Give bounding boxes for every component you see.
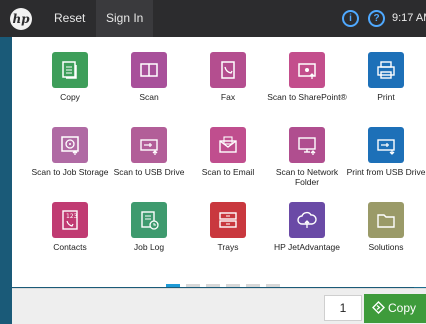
- sharepoint-icon: [298, 63, 316, 79]
- start-copy-icon: [372, 301, 385, 314]
- tile-icon-box: [131, 127, 167, 163]
- tile-label: Scan to USB Drive: [113, 167, 185, 177]
- usb-icon: [140, 139, 158, 155]
- print-icon: [377, 61, 395, 79]
- tile-label: Print from USB Drive: [346, 167, 426, 177]
- tile-icon-box: [131, 202, 167, 238]
- info-icon[interactable]: i: [342, 10, 359, 27]
- job-storage-icon: [61, 136, 79, 155]
- cloud-icon: [297, 211, 317, 228]
- help-icon[interactable]: ?: [368, 10, 385, 27]
- page-dot[interactable]: [226, 284, 240, 287]
- tile-label: Scan to Network Folder: [275, 167, 339, 187]
- top-bar: hp Reset Sign In i ? 9:17 AM: [0, 0, 426, 37]
- copy-icon: [62, 61, 77, 79]
- tile-label: HP JetAdvantage: [274, 242, 340, 252]
- tile-icon-box: [289, 127, 325, 163]
- tile-label: Print: [377, 92, 395, 102]
- copy-button[interactable]: Copy: [364, 294, 426, 323]
- printer-home-screen: hp Reset Sign In i ? 9:17 AM Copy Scan F…: [0, 0, 426, 324]
- tile-label: Job Log: [133, 242, 165, 252]
- tile-icon-box: [368, 202, 404, 238]
- network-folder-icon: [298, 137, 316, 155]
- tile-icon-box: [368, 127, 404, 163]
- tile-label: Copy: [60, 92, 80, 102]
- app-grid: Copy Scan Fax Scan to SharePoint® Print: [12, 37, 426, 287]
- print-usb-icon: [377, 139, 395, 155]
- tile-icon-box: [368, 52, 404, 88]
- trays-icon: [219, 212, 237, 228]
- tile-label: Scan to SharePoint®: [267, 92, 347, 102]
- page-dot[interactable]: [206, 284, 220, 287]
- clock: 9:17 AM: [392, 12, 426, 24]
- email-icon: [219, 136, 237, 153]
- page-dot[interactable]: [266, 284, 280, 287]
- tile-icon-box: [52, 52, 88, 88]
- job-log-icon: [141, 211, 159, 230]
- tile-label: Trays: [217, 242, 239, 252]
- page-dot[interactable]: [186, 284, 200, 287]
- svg-text:123: 123: [66, 213, 78, 220]
- tile-icon-box: [131, 52, 167, 88]
- sign-in-button[interactable]: Sign In: [96, 0, 154, 37]
- tile-icon-box: [52, 127, 88, 163]
- tile-icon-box: [210, 202, 246, 238]
- scan-icon: [140, 63, 158, 77]
- page-dot[interactable]: [246, 284, 260, 287]
- fax-icon: [221, 61, 235, 79]
- page-dot-active[interactable]: [166, 284, 180, 287]
- tile-icon-box: [210, 127, 246, 163]
- tile-icon-box: 123: [52, 202, 88, 238]
- reset-button[interactable]: Reset: [44, 0, 95, 37]
- folder-icon: [377, 214, 395, 228]
- tile-label: Contacts: [53, 242, 87, 252]
- hp-logo[interactable]: hp: [10, 8, 32, 30]
- tile-label: Fax: [220, 92, 236, 102]
- tile-icon-box: [289, 202, 325, 238]
- copy-button-label: Copy: [388, 301, 417, 315]
- tile-label: Scan: [139, 92, 159, 102]
- tile-label: Scan to Job Storage: [31, 167, 109, 177]
- tile-label: Scan to Email: [201, 167, 255, 177]
- copies-input[interactable]: 1: [324, 295, 362, 321]
- contacts-icon: 123: [62, 210, 78, 230]
- tile-icon-box: [210, 52, 246, 88]
- tile-icon-box: [289, 52, 325, 88]
- tile-label: Solutions: [368, 242, 404, 252]
